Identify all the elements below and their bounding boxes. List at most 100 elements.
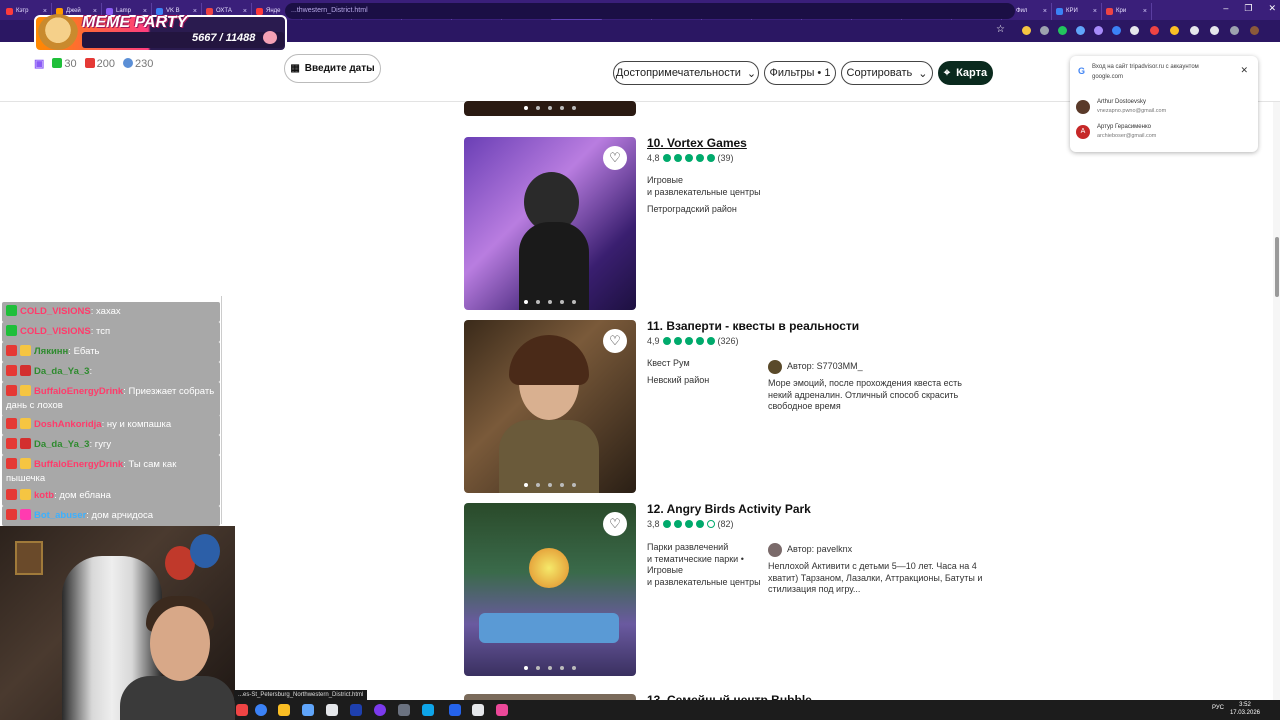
scrollbar-track[interactable] <box>1273 102 1280 700</box>
listing-photo[interactable] <box>464 101 636 116</box>
tab-close-icon[interactable]: × <box>1043 8 1047 15</box>
user-icon <box>123 57 134 68</box>
chat-badge-icon <box>6 345 17 356</box>
taskbar-app-icon[interactable] <box>236 704 248 716</box>
chat-text: тсп <box>96 326 111 337</box>
review-text: Море эмоций, после прохождения квеста ес… <box>768 378 962 411</box>
chat-username[interactable]: DoshAnkoridja <box>34 419 102 430</box>
heart-icon[interactable]: ♡ <box>603 146 627 170</box>
carousel-dots[interactable] <box>464 300 636 304</box>
chat-username[interactable]: Da_da_Ya_3 <box>34 366 89 377</box>
review-count[interactable]: (326) <box>718 336 739 346</box>
extension-icon[interactable] <box>1210 26 1219 35</box>
chat-username[interactable]: Bot_abuser <box>34 510 86 521</box>
extension-icon[interactable] <box>1076 26 1085 35</box>
taskbar-app-icon[interactable] <box>374 704 386 716</box>
listing-review[interactable]: Автор: pavelknx Неплохой Активити с деть… <box>768 543 988 596</box>
meme-party-title: MEME PARTY <box>82 14 188 31</box>
profile-avatar[interactable] <box>1230 26 1239 35</box>
extension-icon[interactable] <box>1094 26 1103 35</box>
review-author: Автор: S7703MM_ <box>787 361 863 372</box>
keyboard-language[interactable]: РУС <box>1212 705 1224 711</box>
filters-button[interactable]: Фильтры • 1 <box>764 61 836 85</box>
chat-username[interactable]: BuffaloEnergyDrink <box>34 459 123 470</box>
extension-icon[interactable] <box>1112 26 1121 35</box>
map-button[interactable]: ⌖ Карта <box>938 61 993 85</box>
sort-dropdown[interactable]: Сортировать ⌄ <box>841 61 933 85</box>
extension-icon[interactable] <box>1150 26 1159 35</box>
review-count[interactable]: (82) <box>718 519 734 529</box>
extension-icon[interactable] <box>1022 26 1031 35</box>
tab-label: Кэтр <box>16 8 29 14</box>
carousel-dots[interactable] <box>464 106 636 110</box>
profile-avatar[interactable] <box>1250 26 1259 35</box>
chat-username[interactable]: Лякинн <box>34 346 68 357</box>
listing-category: Игровые и развлекательные центры Петрогр… <box>647 175 761 216</box>
category-line: и развлекательные центры <box>647 186 761 197</box>
map-pin-icon: ⌖ <box>943 66 951 79</box>
heart-icon[interactable]: ♡ <box>603 512 627 536</box>
folder-icon[interactable] <box>278 704 290 716</box>
listing-review[interactable]: Автор: S7703MM_ Море эмоций, после прохо… <box>768 360 988 413</box>
chat-text: ну и компашка <box>106 419 172 430</box>
minimize-icon[interactable]: – <box>1223 3 1228 14</box>
taskbar-app-icon[interactable] <box>255 704 267 716</box>
chat-badge-icon <box>6 418 17 429</box>
attractions-dropdown[interactable]: Достопримечательности ⌄ <box>613 61 759 85</box>
pig-icon <box>263 31 277 44</box>
taskbar-app-icon[interactable] <box>398 704 410 716</box>
google-account[interactable]: Arthur Dostoevsky vnezapno.pwno@gmail.co… <box>1076 98 1166 115</box>
extension-icon[interactable] <box>1058 26 1067 35</box>
listing-title[interactable]: 11. Взаперти - квесты в реальности <box>647 319 859 333</box>
chat-username[interactable]: kotb <box>34 490 54 501</box>
chat-badge-icon <box>6 385 17 396</box>
listing-photo[interactable]: ♡ <box>464 320 636 493</box>
listing-photo[interactable]: ♡ <box>464 503 636 676</box>
taskbar-app-icon[interactable] <box>449 704 461 716</box>
close-icon[interactable]: ✕ <box>1240 65 1248 76</box>
extension-icon[interactable] <box>1170 26 1179 35</box>
tab-close-icon[interactable]: × <box>43 8 47 15</box>
taskbar-app-icon[interactable] <box>472 704 484 716</box>
extension-icon[interactable] <box>1130 26 1139 35</box>
listing-title[interactable]: 10. Vortex Games <box>647 136 747 150</box>
bookmark-star-icon[interactable]: ☆ <box>996 24 1005 35</box>
taskbar-clock[interactable]: 3:52 17.03.2026 <box>1230 701 1260 717</box>
listing-category: Парки развлечений и тематические парки •… <box>647 542 761 588</box>
google-account[interactable]: A Артур Герасименко archieboser@gmail.co… <box>1076 123 1156 140</box>
close-icon[interactable]: ✕ <box>1268 3 1276 14</box>
carousel-dots[interactable] <box>464 666 636 670</box>
play-area <box>479 613 619 643</box>
extension-icon[interactable] <box>1190 26 1199 35</box>
telegram-icon[interactable] <box>422 704 434 716</box>
browser-tab[interactable]: КРИ × <box>1052 2 1102 20</box>
tab-close-icon[interactable]: × <box>243 8 247 15</box>
chat-username[interactable]: COLD_VISIONS <box>20 306 91 317</box>
tab-close-icon[interactable]: × <box>1143 8 1147 15</box>
listing-title[interactable]: 13. Семейный центр Bubble Po <box>647 693 827 700</box>
enter-dates-button[interactable]: ▦ Введите даты <box>284 54 381 83</box>
category-line: Парки развлечений <box>647 542 729 552</box>
scrollbar-thumb[interactable] <box>1275 237 1279 297</box>
extension-icon[interactable] <box>1040 26 1049 35</box>
chat-username[interactable]: BuffaloEnergyDrink <box>34 386 123 397</box>
tab-close-icon[interactable]: × <box>193 8 197 15</box>
taskbar-app-icon[interactable] <box>302 704 314 716</box>
browser-tab[interactable]: Кри × <box>1102 2 1152 20</box>
tab-close-icon[interactable]: × <box>1093 8 1097 15</box>
maximize-icon[interactable]: ❐ <box>1244 3 1252 14</box>
url-field[interactable]: ...thwestern_District.html <box>285 3 1015 19</box>
rating-bubble-icon <box>662 520 671 528</box>
taskbar-app-icon[interactable] <box>496 704 508 716</box>
listing-title[interactable]: 12. Angry Birds Activity Park <box>647 502 811 516</box>
chat-username[interactable]: Da_da_Ya_3 <box>34 439 89 450</box>
steam-icon[interactable] <box>350 704 362 716</box>
heart-icon[interactable]: ♡ <box>603 329 627 353</box>
taskbar-app-icon[interactable] <box>326 704 338 716</box>
listing-photo[interactable]: ♡ <box>464 137 636 310</box>
chat-username[interactable]: COLD_VISIONS <box>20 326 91 337</box>
rating-bubble-icon <box>673 337 682 345</box>
review-count[interactable]: (39) <box>718 153 734 163</box>
tab-label: Джей <box>66 8 81 14</box>
carousel-dots[interactable] <box>464 483 636 487</box>
